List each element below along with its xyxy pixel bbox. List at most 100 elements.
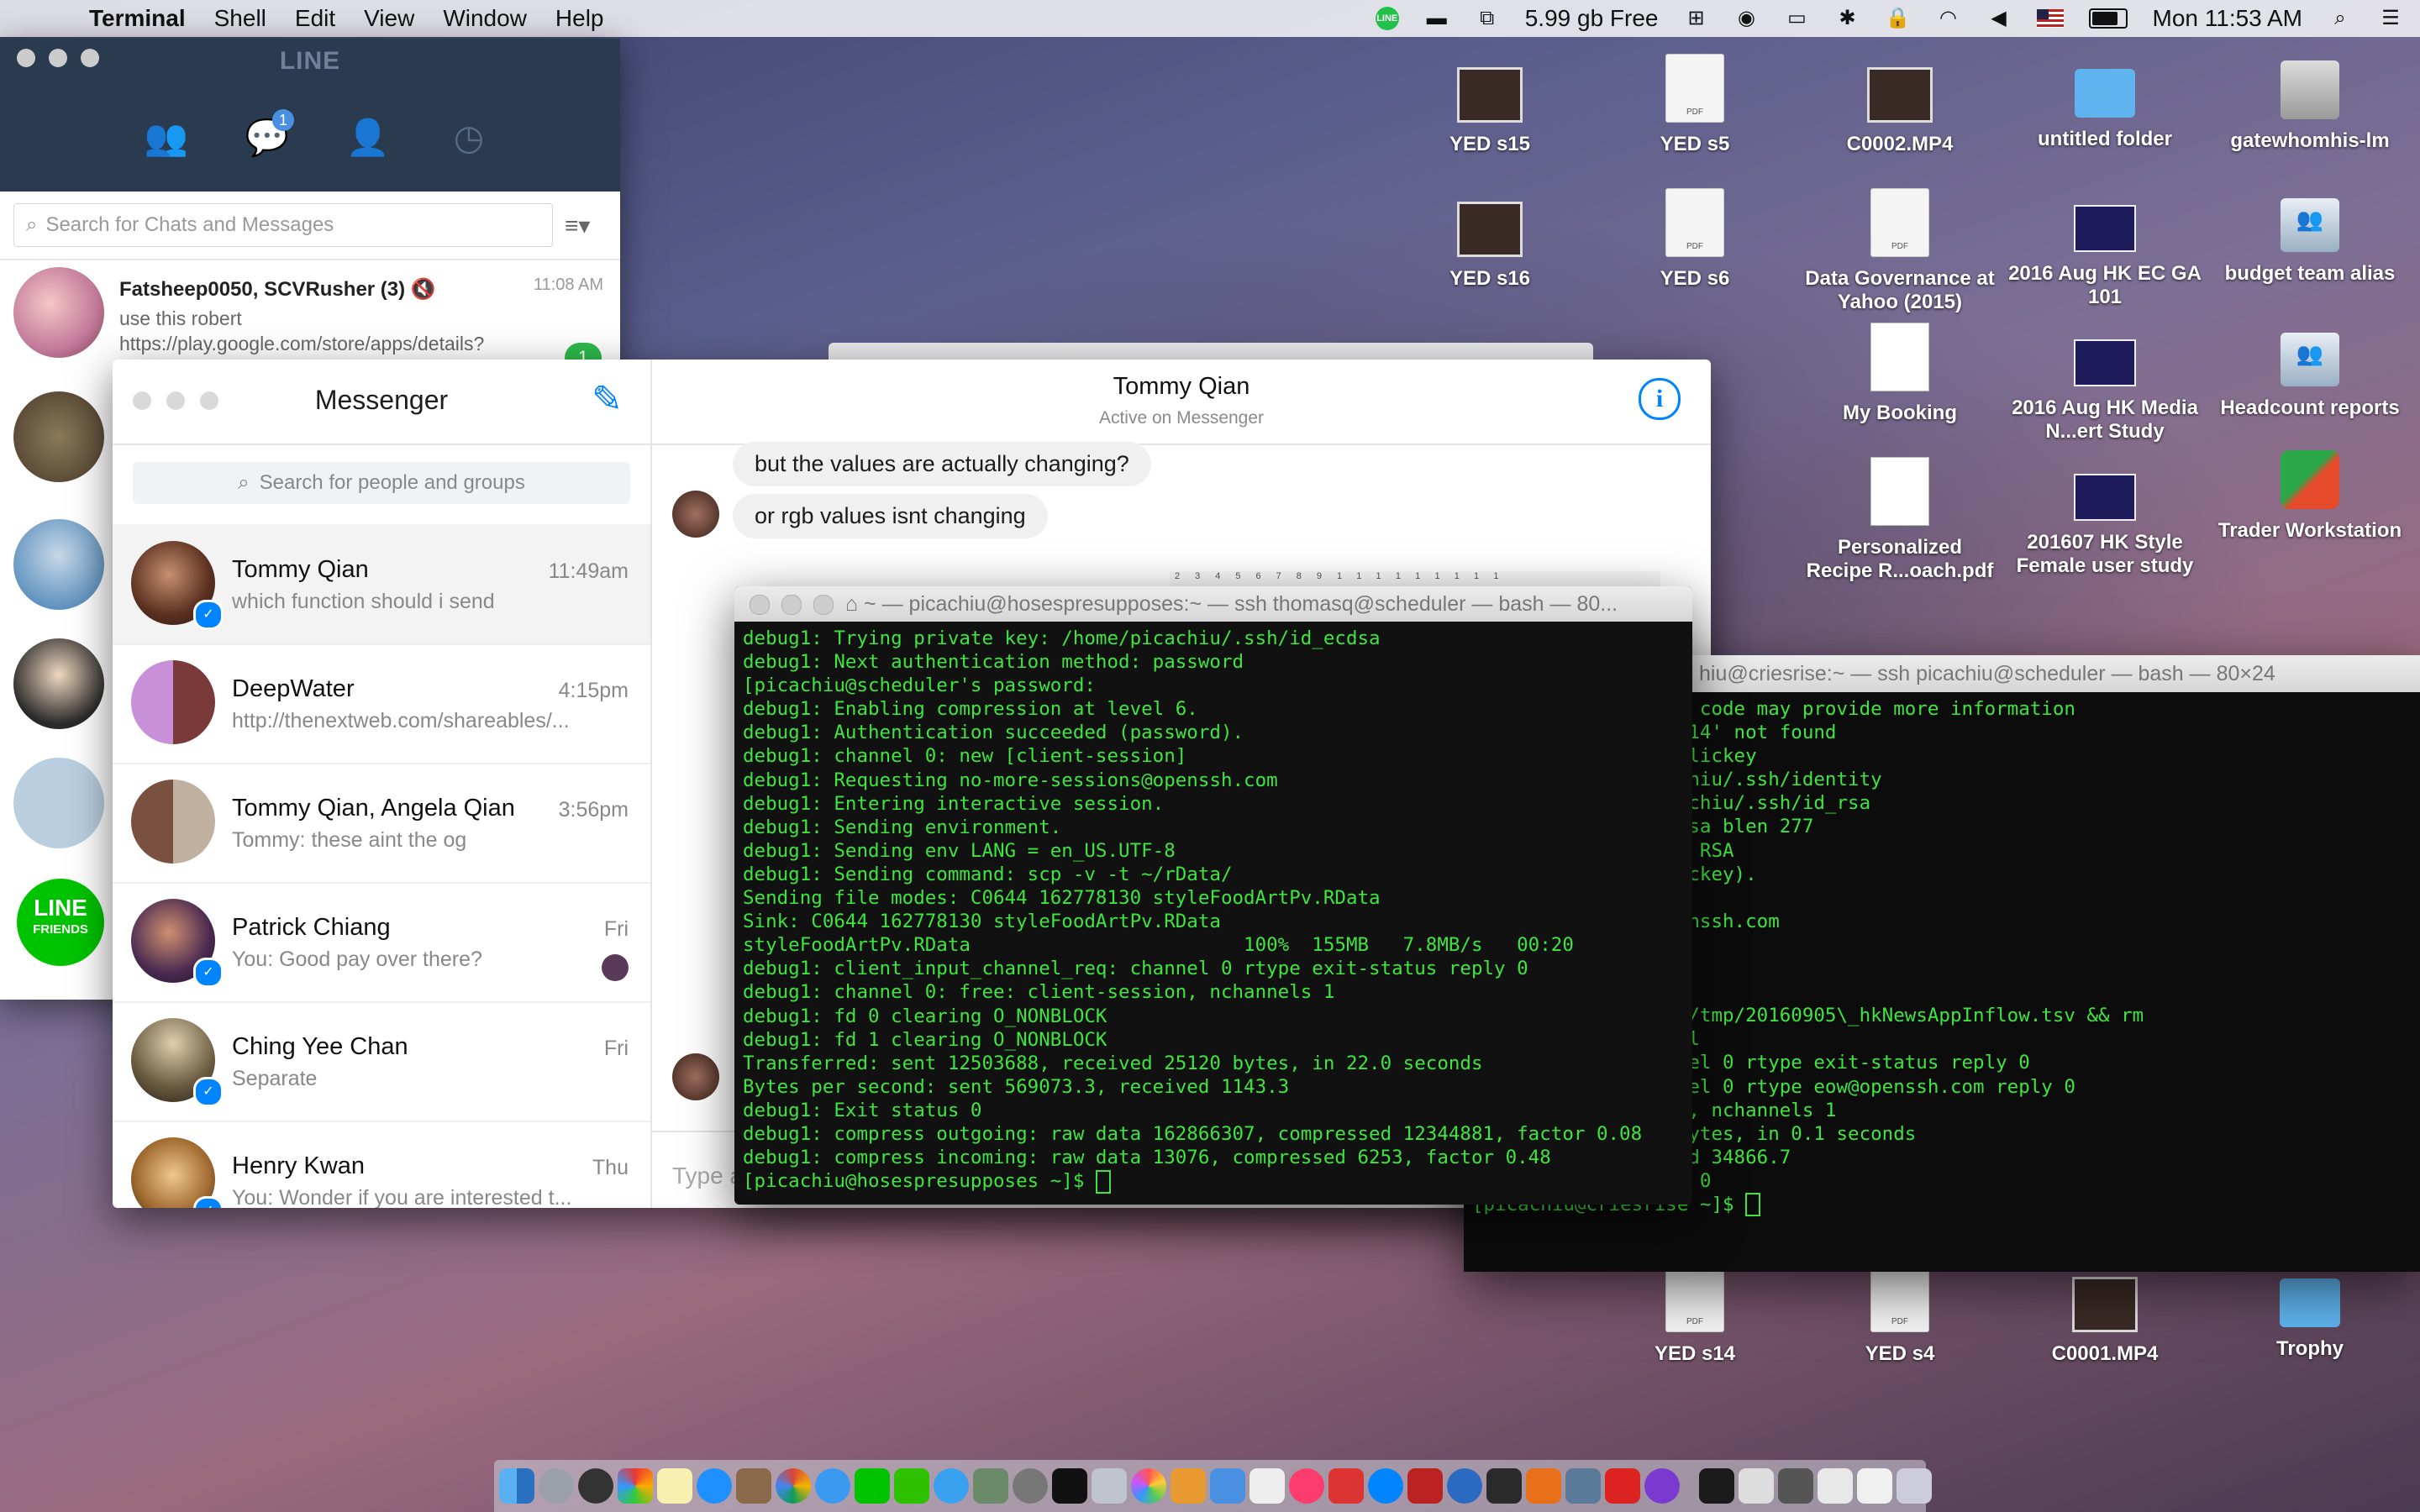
dashboard-icon[interactable] — [578, 1468, 613, 1504]
app-store-icon[interactable] — [697, 1468, 732, 1504]
tws-icon[interactable] — [1407, 1468, 1443, 1504]
safari-icon[interactable] — [815, 1468, 850, 1504]
messages-icon[interactable] — [934, 1468, 969, 1504]
wechat-icon[interactable] — [894, 1468, 929, 1504]
app-icon[interactable] — [1644, 1468, 1680, 1504]
desktop-icon[interactable]: C0002.MP4 — [1803, 54, 1996, 156]
app-icon[interactable] — [736, 1468, 771, 1504]
app-icon[interactable] — [1605, 1468, 1640, 1504]
finder-icon[interactable] — [499, 1468, 534, 1504]
desktop-icon[interactable]: Data Governance at Yahoo (2015) — [1803, 188, 1996, 314]
itunes-icon[interactable] — [1289, 1468, 1324, 1504]
messenger-icon[interactable] — [1368, 1468, 1403, 1504]
chats-tab-icon[interactable]: 💬 1 — [244, 109, 294, 161]
conversation-item[interactable]: DeepWater http://thenextweb.com/shareabl… — [113, 643, 650, 764]
default-avatar-icon[interactable] — [13, 758, 104, 848]
desktop-icon[interactable]: Trader Workstation — [2213, 450, 2407, 543]
app-icon[interactable] — [1486, 1468, 1522, 1504]
minimize-button[interactable] — [781, 595, 802, 615]
terminal-window-thumbnail[interactable] — [1699, 1468, 1734, 1504]
terminal-1-output[interactable]: debug1: Trying private key: /home/picach… — [734, 622, 1692, 1199]
desktop-icon[interactable]: budget team alias — [2213, 188, 2407, 286]
friends-tab-icon[interactable]: 👥 — [143, 114, 190, 161]
compose-icon[interactable]: ✎ — [592, 378, 632, 420]
terminal-1-titlebar[interactable]: ⌂ ~ — picachiu@hosespresupposes:~ — ssh … — [734, 586, 1692, 622]
timeline-tab-icon[interactable]: ◷ — [445, 114, 492, 161]
disk-free-status[interactable]: 5.99 gb Free — [1525, 5, 1659, 32]
desktop-icon[interactable]: 2016 Aug HK EC GA 101 — [2008, 188, 2202, 309]
info-icon[interactable]: i — [1639, 378, 1681, 420]
record-icon[interactable]: ◉ — [1734, 8, 1760, 29]
calendar-icon[interactable] — [1249, 1468, 1285, 1504]
app-icon[interactable] — [1328, 1468, 1364, 1504]
terminal-icon[interactable] — [1052, 1468, 1087, 1504]
avatar[interactable] — [13, 519, 104, 610]
keynote-icon[interactable] — [1210, 1468, 1245, 1504]
avatar[interactable] — [13, 638, 104, 729]
input-source-flag-icon[interactable] — [2036, 9, 2064, 28]
line-sort-menu-icon[interactable]: ≡▾ — [565, 212, 590, 239]
menu-shell[interactable]: Shell — [214, 5, 266, 32]
desktop-icon[interactable]: Personalized Recipe R...oach.pdf — [1803, 457, 1996, 583]
r-icon[interactable] — [1447, 1468, 1482, 1504]
notification-center-icon[interactable]: ☰ — [2378, 8, 2403, 29]
app-icon[interactable] — [1565, 1468, 1601, 1504]
line-friends-logo[interactable]: LINE FRIENDS — [17, 879, 104, 966]
desktop-icon[interactable]: 2016 Aug HK Media N...ert Study — [2008, 323, 2202, 444]
menu-window[interactable]: Window — [443, 5, 527, 32]
menu-view[interactable]: View — [364, 5, 414, 32]
system-preferences-icon[interactable] — [1013, 1468, 1048, 1504]
window-menu-icon[interactable]: ⧉ — [1475, 8, 1500, 29]
spotlight-search-icon[interactable]: ⌕ — [2328, 8, 2353, 29]
add-friend-tab-icon[interactable]: 👤 — [345, 114, 392, 161]
avatar[interactable] — [13, 391, 104, 482]
desktop-icon[interactable]: C0001.MP4 — [2008, 1263, 2202, 1366]
documents-icon[interactable] — [1857, 1468, 1892, 1504]
window-thumbnail[interactable] — [1739, 1468, 1774, 1504]
launchpad-icon[interactable] — [539, 1468, 574, 1504]
desktop-icon[interactable]: YED s4 — [1803, 1263, 1996, 1366]
line-status-icon[interactable]: LINE — [1375, 7, 1399, 30]
app-icon[interactable] — [973, 1468, 1008, 1504]
line-search-input[interactable]: ⌕ Search for Chats and Messages — [13, 203, 553, 247]
zoom-button[interactable] — [813, 595, 834, 615]
app-icon[interactable] — [1171, 1468, 1206, 1504]
wifi-icon[interactable]: ◠ — [1936, 8, 1961, 29]
desktop-icon[interactable]: gatewhomhis-lm — [2213, 54, 2407, 153]
app-icon[interactable] — [618, 1468, 653, 1504]
downloads-icon[interactable] — [1818, 1468, 1853, 1504]
menu-app-name[interactable]: Terminal — [89, 5, 186, 32]
matlab-icon[interactable] — [1526, 1468, 1561, 1504]
window-thumbnail[interactable] — [1778, 1468, 1813, 1504]
conversation-item[interactable]: ✓ Patrick Chiang You: Good pay over ther… — [113, 882, 650, 1003]
conversation-item[interactable]: ✓ Tommy Qian which function should i sen… — [113, 524, 650, 645]
photos-icon[interactable] — [1131, 1468, 1166, 1504]
app-icon[interactable] — [1092, 1468, 1127, 1504]
trash-icon[interactable] — [1897, 1468, 1932, 1504]
bluetooth-icon[interactable]: ✱ — [1835, 8, 1860, 29]
messenger-search-input[interactable]: ⌕ Search for people and groups — [133, 462, 630, 504]
desktop-icon[interactable]: My Booking — [1803, 323, 1996, 425]
clock[interactable]: Mon 11:53 AM — [2153, 5, 2302, 32]
desktop-icon[interactable]: YED s16 — [1393, 188, 1586, 291]
desktop-icon[interactable]: YED s14 — [1598, 1263, 1791, 1366]
conversation-item[interactable]: Tommy Qian, Angela Qian Tommy: these ain… — [113, 763, 650, 884]
line-chat-item[interactable]: Fatsheep0050, SCVRusher (3) 🔇 11:08 AM u… — [0, 262, 620, 380]
desktop-icon[interactable]: YED s6 — [1598, 188, 1791, 291]
lock-icon[interactable]: 🔒 — [1886, 8, 1911, 29]
battery-menu-icon[interactable]: ▬ — [1424, 8, 1449, 29]
close-button[interactable] — [750, 595, 770, 615]
line-app-icon[interactable] — [855, 1468, 890, 1504]
terminal-window-1[interactable]: ⌂ ~ — picachiu@hosespresupposes:~ — ssh … — [734, 586, 1692, 1205]
desktop-icon[interactable]: YED s15 — [1393, 54, 1586, 156]
conversation-item[interactable]: ✓ Ching Yee Chan Separate Fri — [113, 1001, 650, 1122]
menu-help[interactable]: Help — [555, 5, 604, 32]
desktop-icon[interactable]: untitled folder — [2008, 54, 2202, 151]
conversation-item[interactable]: ✓ Henry Kwan You: Wonder if you are inte… — [113, 1121, 650, 1208]
desktop-icon[interactable]: 201607 HK Style Female user study — [2008, 457, 2202, 578]
battery-icon[interactable] — [2088, 8, 2128, 29]
menu-edit[interactable]: Edit — [295, 5, 335, 32]
airplay-icon[interactable]: ▭ — [1785, 8, 1810, 29]
add-app-icon[interactable]: ⊞ — [1684, 8, 1709, 29]
desktop-icon[interactable]: Trophy — [2213, 1263, 2407, 1361]
